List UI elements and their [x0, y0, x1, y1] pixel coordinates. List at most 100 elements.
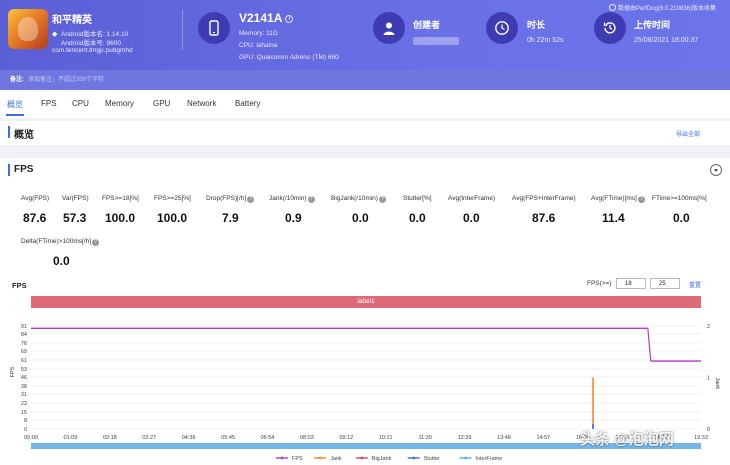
legend-dot — [280, 456, 284, 460]
user-icon — [373, 12, 405, 44]
metric-label: FTime>=100ms[%] — [652, 195, 707, 202]
metric-value: 0.0 — [673, 211, 690, 225]
y-tick-label: 31 — [21, 392, 27, 398]
metric-value: 100.0 — [105, 211, 136, 225]
legend-dot — [360, 456, 364, 460]
android-code: Android版本号: 9600 — [61, 40, 121, 47]
tab-cpu[interactable]: CPU — [72, 99, 89, 108]
reset-link[interactable]: 重置 — [689, 280, 701, 289]
help-icon[interactable]: ? — [637, 196, 645, 203]
legend-label: Stutter — [424, 456, 440, 462]
y-tick-label: 23 — [21, 401, 27, 407]
section-marker — [8, 164, 10, 176]
y-tick-label: 61 — [21, 358, 27, 364]
label-band: label1 — [31, 296, 701, 308]
help-icon[interactable]: ? — [378, 196, 386, 203]
tab-gpu[interactable]: GPU — [153, 99, 170, 108]
metric-label: FPS>=25[%] — [154, 195, 191, 202]
duration-title: 时长 — [527, 20, 546, 30]
tab-overview[interactable]: 概览 — [7, 99, 23, 110]
section-marker — [8, 126, 10, 138]
help-icon[interactable]: ? — [247, 196, 255, 203]
x-tick-label: 08:03 — [300, 435, 314, 441]
x-tick-label: 12:39 — [458, 435, 472, 441]
metric-label: Avg(FPS+InterFrame) — [512, 195, 576, 202]
fps-title: FPS — [14, 164, 34, 175]
x-tick-label: 02:18 — [103, 435, 117, 441]
x-tick-label: 03:27 — [142, 435, 156, 441]
threshold-input-2[interactable]: 25 — [650, 278, 680, 289]
x-tick-label: 05:45 — [221, 435, 235, 441]
perfdog-note: 数据由PerfDog(6.0.210836)版本收集 — [608, 3, 716, 12]
x-tick-label: 14:57 — [536, 435, 550, 441]
help-icon[interactable]: ? — [307, 196, 315, 203]
metric-value: 0.0 — [463, 211, 480, 225]
x-tick-label: 00:00 — [24, 435, 38, 441]
overview-title: 概览 — [14, 130, 34, 141]
x-tick-label: 09:12 — [339, 435, 353, 441]
legend-dot — [464, 456, 467, 460]
package-name: com.tencent.tmgp.pubgmhd — [52, 47, 133, 54]
legend-label: FPS — [292, 456, 303, 462]
chart-title: FPS — [12, 281, 27, 290]
creator-title: 创建者 — [413, 20, 441, 30]
legend-label: BigJank — [372, 456, 392, 462]
metric-label: Var(FPS) — [62, 195, 89, 202]
note-input[interactable]: 添加备注，不超过200个字符 — [28, 74, 104, 83]
metric-value: 7.9 — [222, 211, 239, 225]
x-tick-label: 06:54 — [261, 435, 275, 441]
x-tick-label: 10:21 — [379, 435, 393, 441]
x-tick-label: 11:30 — [418, 435, 431, 441]
info-circle-icon — [608, 4, 616, 11]
metric-value: 0.0 — [352, 211, 369, 225]
y-tick-label: 0 — [24, 427, 27, 433]
metric-value: 57.3 — [63, 211, 87, 225]
collapse-button[interactable] — [710, 164, 722, 176]
tab-fps[interactable]: FPS — [41, 99, 57, 108]
metric-label: Avg(FPS) — [21, 195, 50, 202]
metric-label: Avg(FTime)[ms]? — [591, 195, 645, 203]
legend-dot — [318, 456, 322, 460]
tab-memory[interactable]: Memory — [105, 99, 134, 108]
metric-label: Delta(FTime)>100ms[/h]? — [21, 238, 100, 246]
metric-value: 11.4 — [602, 211, 625, 225]
device-name: V2141A i — [239, 11, 294, 25]
metric-value: 100.0 — [157, 211, 188, 225]
creator-name-redacted — [413, 37, 459, 45]
y2-tick-label: 1 — [707, 376, 710, 382]
metric-value: 0.9 — [285, 211, 302, 225]
y-tick-label: 91 — [21, 324, 27, 330]
watermark: 头条 @泡泡网 — [580, 431, 674, 448]
note-label: 备注: — [10, 77, 24, 83]
y2-axis-label: Jank — [714, 378, 720, 390]
note-bar — [0, 70, 730, 90]
metric-label: Stutter[%] — [403, 195, 432, 202]
x-tick-label: 19:33 — [694, 435, 708, 441]
threshold-label: FPS(>=) — [587, 280, 612, 287]
info-icon[interactable]: i — [285, 14, 294, 23]
export-all-link[interactable]: 导出全部 — [676, 129, 700, 138]
plot-area — [31, 326, 701, 429]
tab-battery[interactable]: Battery — [235, 99, 260, 108]
metric-value: 87.6 — [532, 211, 556, 225]
y-tick-label: 69 — [21, 349, 27, 355]
y2-tick-label: 2 — [707, 324, 710, 330]
x-tick-label: 13:48 — [497, 435, 511, 441]
metric-value: 87.6 — [23, 211, 47, 225]
clock-icon — [486, 12, 518, 44]
y-axis-label: FPS — [10, 366, 16, 377]
metric-label: Drop(FPS)[/h]? — [206, 195, 255, 203]
metric-label: Jank(/10min)? — [269, 195, 315, 203]
report-header: 和平精英 ◆ Android版本名: 1.14.10 Android版本号: 9… — [0, 0, 730, 90]
upload-value: 25/08/2021 18:00:37 — [634, 37, 699, 44]
header-divider — [182, 10, 183, 50]
tab-network[interactable]: Network — [187, 99, 216, 108]
device-cpu: CPU: lahaina — [239, 42, 278, 49]
threshold-input-1[interactable]: 18 — [616, 278, 646, 289]
metric-label: FPS>=18[%] — [102, 195, 139, 202]
android-icon: ◆ — [52, 31, 58, 38]
x-tick-label: 04:36 — [182, 435, 196, 441]
help-icon[interactable]: ? — [92, 239, 100, 246]
y-tick-label: 76 — [21, 341, 27, 347]
metric-value: 0.0 — [53, 254, 70, 268]
